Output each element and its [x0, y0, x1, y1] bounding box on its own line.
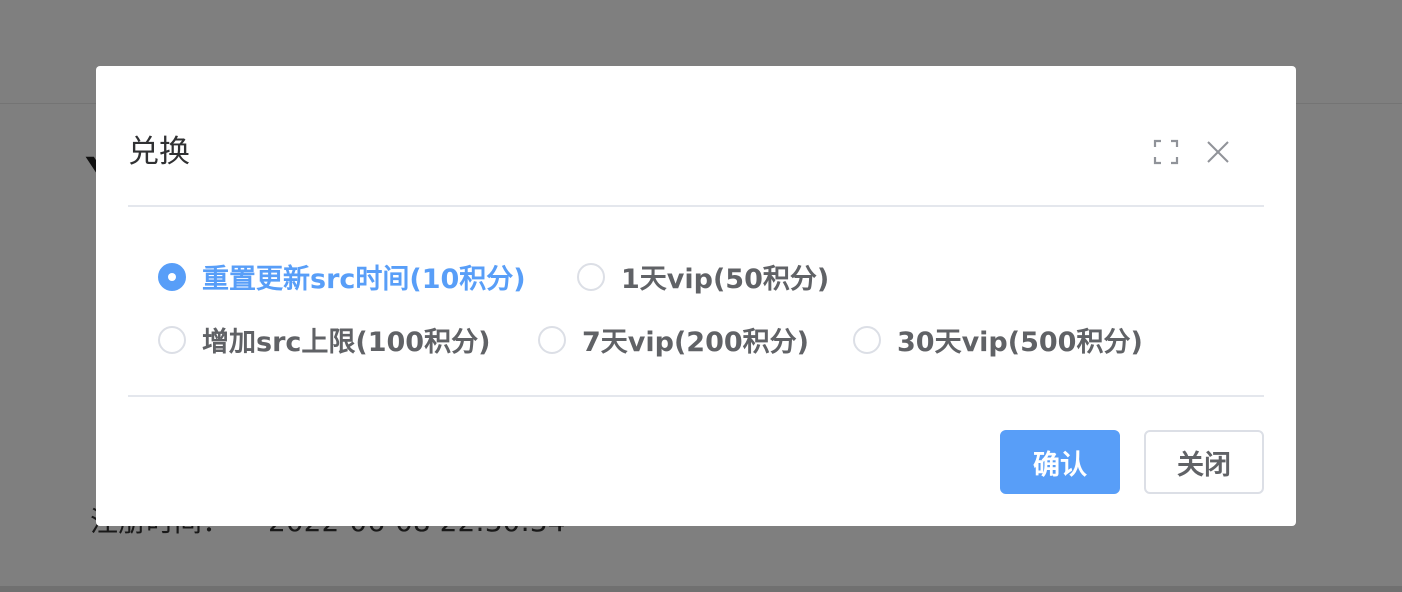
radio-option-1day-vip[interactable]: 1天vip(50积分)	[577, 257, 829, 296]
radio-label: 1天vip(50积分)	[621, 264, 830, 295]
radio-label: 重置更新src时间(10积分)	[202, 264, 526, 295]
radio-circle[interactable]	[158, 325, 186, 354]
close-icon[interactable]	[1204, 138, 1232, 166]
radio-option-reset-src-time[interactable]: 重置更新src时间(10积分)	[158, 257, 526, 296]
radio-label: 7天vip(200积分)	[582, 327, 810, 358]
confirm-button[interactable]: 确认	[1000, 430, 1120, 494]
radio-option-increase-src-limit[interactable]: 增加src上限(100积分)	[158, 320, 490, 359]
exchange-dialog: 兑换 重置更新src时间(10积分) 1天vip(50积分) 增加src上限(1…	[96, 66, 1296, 526]
dialog-title: 兑换	[128, 134, 190, 170]
radio-circle[interactable]	[538, 325, 566, 354]
radio-circle[interactable]	[853, 325, 881, 354]
dialog-body: 重置更新src时间(10积分) 1天vip(50积分) 增加src上限(100积…	[128, 207, 1264, 397]
close-button[interactable]: 关闭	[1144, 430, 1264, 494]
radio-option-7day-vip[interactable]: 7天vip(200积分)	[538, 320, 809, 359]
radio-option-30day-vip[interactable]: 30天vip(500积分)	[853, 320, 1143, 359]
fullscreen-icon[interactable]	[1152, 138, 1180, 166]
radio-label: 30天vip(500积分)	[897, 327, 1143, 358]
dialog-header	[128, 66, 1264, 207]
radio-label: 增加src上限(100积分)	[202, 327, 491, 358]
radio-circle[interactable]	[577, 262, 605, 291]
radio-circle[interactable]	[158, 262, 186, 291]
